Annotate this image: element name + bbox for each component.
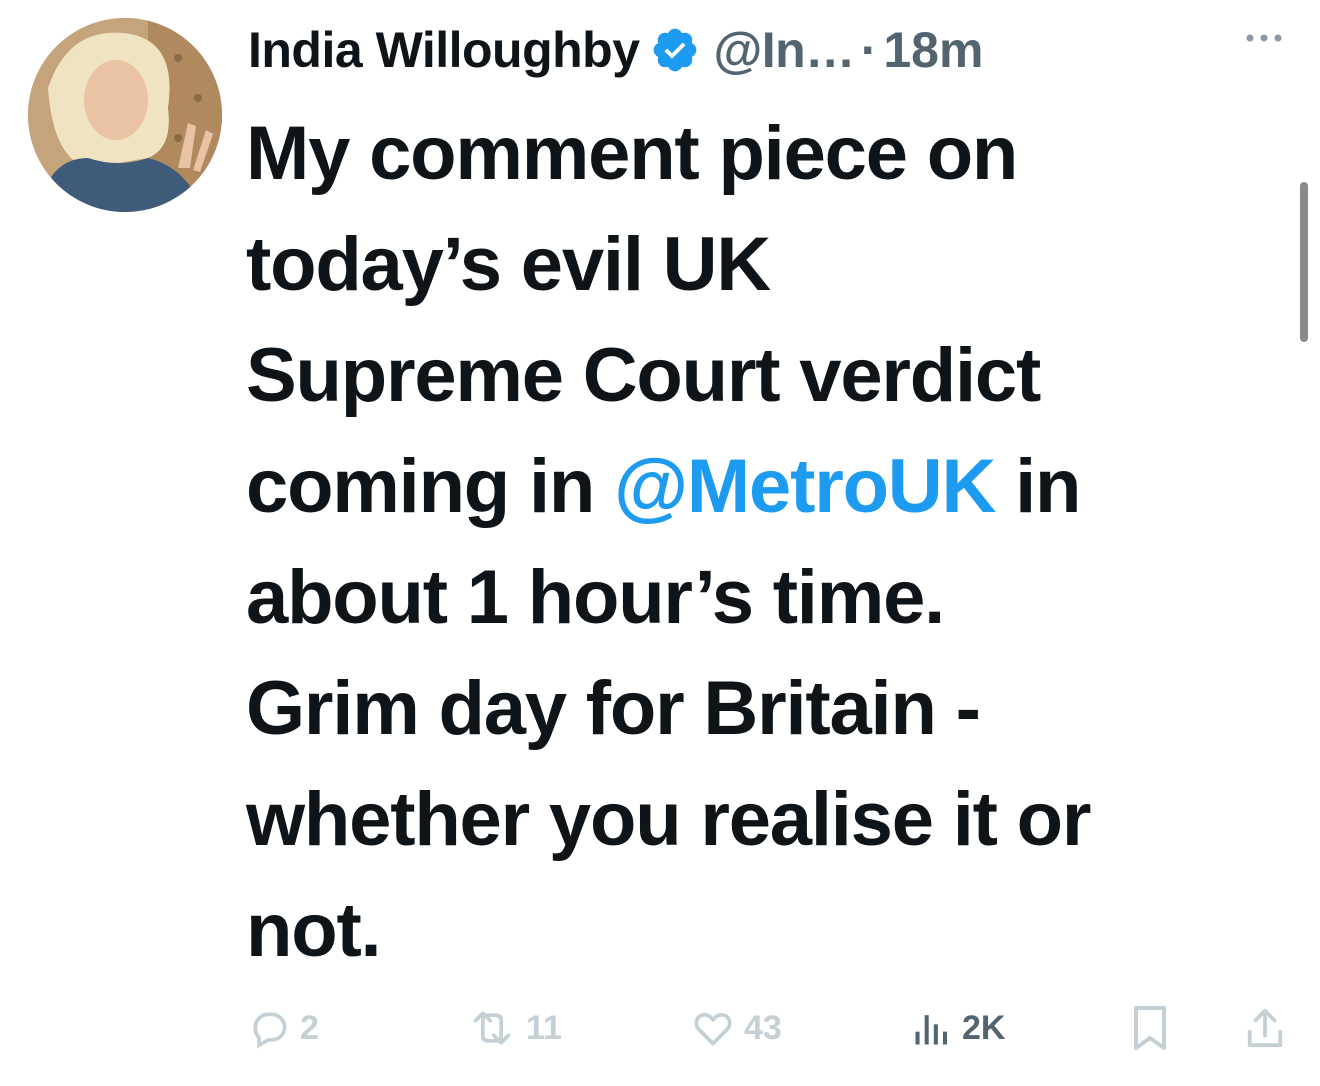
tweet-header: India Willoughby @In… · 18m [248,14,1308,86]
tweet-text: My comment piece on today’s evil UK Supr… [246,98,1306,986]
tweet: India Willoughby @In… · 18m My comment p… [0,0,1320,1086]
avatar[interactable] [28,18,222,212]
reply-icon [253,1012,287,1049]
views-count: 2K [962,1008,1006,1047]
tweet-line: Supreme Court verdict [246,333,1041,418]
verified-badge-icon [653,28,696,72]
retweet-icon [473,1011,511,1045]
retweet-button[interactable]: 11 [466,1000,562,1056]
bookmark-icon [1134,1006,1166,1050]
share-icon [1247,1008,1283,1048]
scrollbar[interactable] [1300,182,1308,342]
like-button[interactable]: 43 [690,1000,782,1056]
like-count: 43 [744,1008,782,1047]
avatar-image [28,18,222,212]
mention-link[interactable]: @MetroUK [614,444,996,529]
bookmark-button[interactable] [1130,1000,1178,1056]
views-icon [915,1015,948,1045]
more-icon[interactable] [1244,30,1284,46]
share-button[interactable] [1244,1000,1294,1056]
author-handle[interactable]: @In… [714,21,856,79]
heart-icon [694,1012,732,1046]
timestamp[interactable]: 18m [883,21,983,79]
tweet-line: coming in @MetroUK in [246,431,1306,542]
retweet-count: 11 [526,1008,562,1047]
tweet-line: whether you realise it or [246,777,1091,862]
reply-button[interactable]: 2 [248,1000,319,1056]
tweet-line: today’s evil UK [246,222,771,307]
action-bar: 2 11 43 2K [244,1000,1294,1056]
tweet-line: not. [246,888,382,973]
tweet-line: about 1 hour’s time. [246,555,945,640]
tweet-text-segment: coming in [246,444,615,529]
tweet-line: My comment piece on [246,111,1018,196]
tweet-text-segment: in [995,444,1081,529]
tweet-line: Grim day for Britain - [246,666,981,751]
separator-dot: · [860,22,878,78]
reply-count: 2 [300,1008,319,1047]
views-button[interactable]: 2K [910,1000,1005,1056]
author-name[interactable]: India Willoughby [248,21,640,79]
